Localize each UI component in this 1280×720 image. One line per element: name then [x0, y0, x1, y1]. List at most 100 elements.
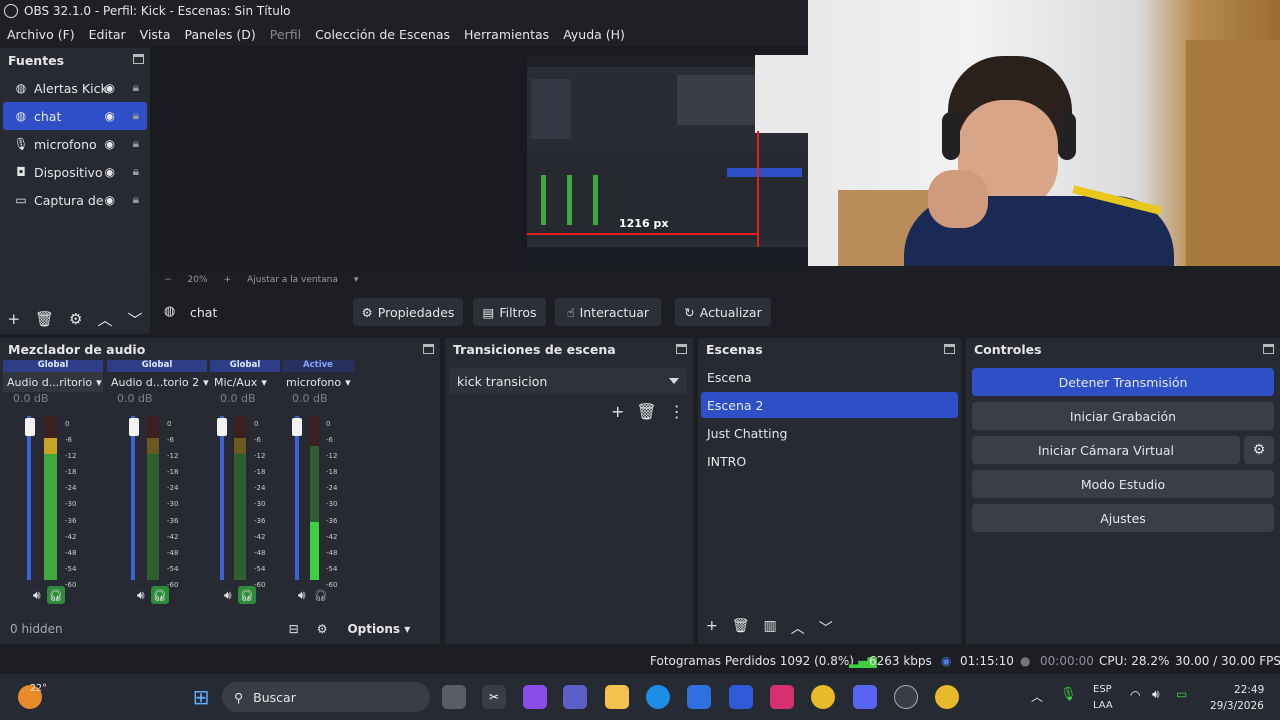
add-icon[interactable]: + — [7, 310, 20, 328]
eye-icon[interactable]: ◉ — [105, 193, 115, 207]
options-button[interactable]: Options ▾ — [347, 622, 410, 636]
studio-mode-button[interactable]: Modo Estudio — [972, 470, 1274, 498]
chevron-down-icon[interactable]: ﹀ — [127, 309, 142, 330]
fit-window-label[interactable]: Ajustar a la ventana — [247, 275, 338, 285]
battery-icon[interactable]: ▭ — [1176, 687, 1187, 701]
headphones-icon[interactable]: 🎧︎ — [237, 586, 256, 604]
scene-item-escena-2[interactable]: Escena 2 — [701, 392, 958, 418]
chevron-down-icon[interactable]: ﹀ — [819, 618, 833, 638]
filter-icon[interactable]: ▥ — [764, 618, 777, 638]
eye-icon[interactable]: ◉ — [105, 137, 115, 151]
scene-item-intro[interactable]: INTRO — [701, 448, 958, 474]
eye-icon[interactable]: ◉ — [105, 165, 115, 179]
menu-tools[interactable]: Herramientas — [464, 27, 549, 42]
speaker-icon[interactable]: 🔊︎ — [137, 588, 145, 603]
add-icon[interactable]: + — [706, 618, 718, 638]
clock-time[interactable]: 22:49 — [1234, 684, 1264, 696]
speaker-icon[interactable]: 🔊︎ — [224, 588, 232, 603]
settings-button[interactable]: Ajustes — [972, 504, 1274, 532]
menu-scene-collection[interactable]: Colección de Escenas — [315, 27, 450, 42]
source-item-chat[interactable]: ◍ chat ◉ 🔒︎ — [3, 102, 147, 130]
language-top[interactable]: ESP — [1093, 684, 1112, 695]
undock-icon[interactable] — [133, 54, 144, 64]
zoom-out-icon[interactable]: − — [164, 275, 172, 285]
trash-icon[interactable]: 🗑︎ — [35, 310, 54, 328]
obs-taskbar-icon[interactable] — [894, 685, 918, 709]
volume-slider-track[interactable] — [27, 416, 31, 580]
zoom-in-icon[interactable]: + — [224, 275, 232, 285]
menu-view[interactable]: Vista — [140, 27, 171, 42]
scene-item-just-chatting[interactable]: Just Chatting — [701, 420, 958, 446]
chevron-up-icon[interactable]: ︿ — [791, 618, 805, 638]
volume-slider-handle[interactable] — [217, 418, 227, 436]
add-icon[interactable]: + — [611, 402, 624, 421]
volume-slider-handle[interactable] — [129, 418, 139, 436]
volume-slider-track[interactable] — [131, 416, 135, 580]
trash-icon[interactable]: 🗑︎ — [732, 618, 750, 638]
source-item-alertas[interactable]: ◍ Alertas Kick ◉ 🔒︎ — [3, 74, 147, 102]
volume-slider-handle[interactable] — [25, 418, 35, 436]
channel-name-dropdown[interactable]: microfono ▾ — [282, 372, 354, 392]
channel-name-dropdown[interactable]: Audio d...ritorio ▾ — [3, 372, 103, 392]
volume-slider-track[interactable] — [295, 416, 299, 580]
undock-icon[interactable] — [423, 344, 434, 354]
layout-icon[interactable]: ⊟ — [289, 622, 299, 636]
trash-icon[interactable]: 🗑︎ — [636, 402, 656, 421]
chrome-profile-icon[interactable] — [935, 685, 959, 709]
speaker-icon[interactable]: 🔊︎ — [33, 588, 41, 603]
capcut-icon[interactable]: ✂ — [482, 685, 506, 709]
undock-icon[interactable] — [1263, 344, 1274, 354]
start-recording-button[interactable]: Iniciar Grabación — [972, 402, 1274, 430]
headphones-icon[interactable]: 🎧︎ — [150, 586, 169, 604]
volume-icon[interactable]: 🔊︎ — [1152, 687, 1160, 702]
task-view-icon[interactable] — [442, 685, 466, 709]
source-item-captura[interactable]: ▭ Captura de ◉ 🔒︎ — [3, 186, 147, 214]
lock-icon[interactable]: 🔒︎ — [133, 192, 139, 207]
chevron-up-icon[interactable]: ︿ — [1031, 688, 1043, 705]
gear-icon[interactable]: ⚙ — [69, 310, 82, 328]
eye-icon[interactable]: ◉ — [105, 109, 115, 123]
source-item-dispositivo[interactable]: ◘ Dispositivo ◉ 🔒︎ — [3, 158, 147, 186]
source-item-microfono[interactable]: 🎙︎ microfono ◉ 🔒︎ — [3, 130, 147, 158]
clock-date[interactable]: 29/3/2026 — [1210, 700, 1264, 712]
filters-button[interactable]: ▤ Filtros — [473, 298, 546, 326]
menu-profile[interactable]: Perfil — [270, 27, 301, 42]
transition-select[interactable]: kick transicion — [449, 368, 687, 394]
instagram-icon[interactable] — [770, 685, 794, 709]
file-explorer-icon[interactable] — [605, 685, 629, 709]
menu-help[interactable]: Ayuda (H) — [563, 27, 625, 42]
scene-item-escena[interactable]: Escena — [701, 364, 958, 390]
language-bottom[interactable]: LAA — [1093, 700, 1113, 711]
edge-icon[interactable] — [646, 685, 670, 709]
lock-icon[interactable]: 🔒︎ — [133, 80, 139, 95]
menu-file[interactable]: Archivo (F) — [7, 27, 75, 42]
menu-docks[interactable]: Paneles (D) — [185, 27, 256, 42]
headphones-icon[interactable]: 🎧︎ — [46, 586, 65, 604]
microsoft-store-icon[interactable] — [687, 685, 711, 709]
mixer-settings-icon[interactable]: ⚙ — [317, 622, 328, 636]
hidden-count[interactable]: 0 hidden — [10, 622, 63, 636]
app-icon[interactable] — [729, 685, 753, 709]
lock-icon[interactable]: 🔒︎ — [133, 108, 139, 123]
refresh-button[interactable]: ↻ Actualizar — [675, 298, 771, 326]
taskbar-search[interactable]: ⚲ Buscar — [222, 682, 430, 712]
discord-icon[interactable] — [853, 685, 877, 709]
speaker-icon[interactable]: 🔊︎ — [298, 588, 306, 603]
lock-icon[interactable]: 🔒︎ — [133, 136, 139, 151]
volume-slider-handle[interactable] — [292, 418, 302, 436]
interact-button[interactable]: ☝ Interactuar — [555, 298, 661, 326]
chevron-down-icon[interactable]: ▾ — [354, 275, 359, 285]
undock-icon[interactable] — [676, 344, 687, 354]
volume-slider-track[interactable] — [220, 416, 224, 580]
properties-button[interactable]: ⚙ Propiedades — [353, 298, 463, 326]
channel-name-dropdown[interactable]: Mic/Aux ▾ — [210, 372, 280, 392]
chrome-icon[interactable] — [811, 685, 835, 709]
copilot-icon[interactable] — [523, 685, 547, 709]
windows-start-icon[interactable]: ⊞ — [189, 685, 213, 709]
chevron-up-icon[interactable]: ︿ — [97, 309, 112, 330]
undock-icon[interactable] — [944, 344, 955, 354]
more-vertical-icon[interactable]: ⋮ — [669, 402, 685, 421]
headphones-off-icon[interactable]: 🎧︎ — [312, 586, 330, 604]
menu-edit[interactable]: Editar — [89, 27, 126, 42]
eye-icon[interactable]: ◉ — [105, 81, 115, 95]
